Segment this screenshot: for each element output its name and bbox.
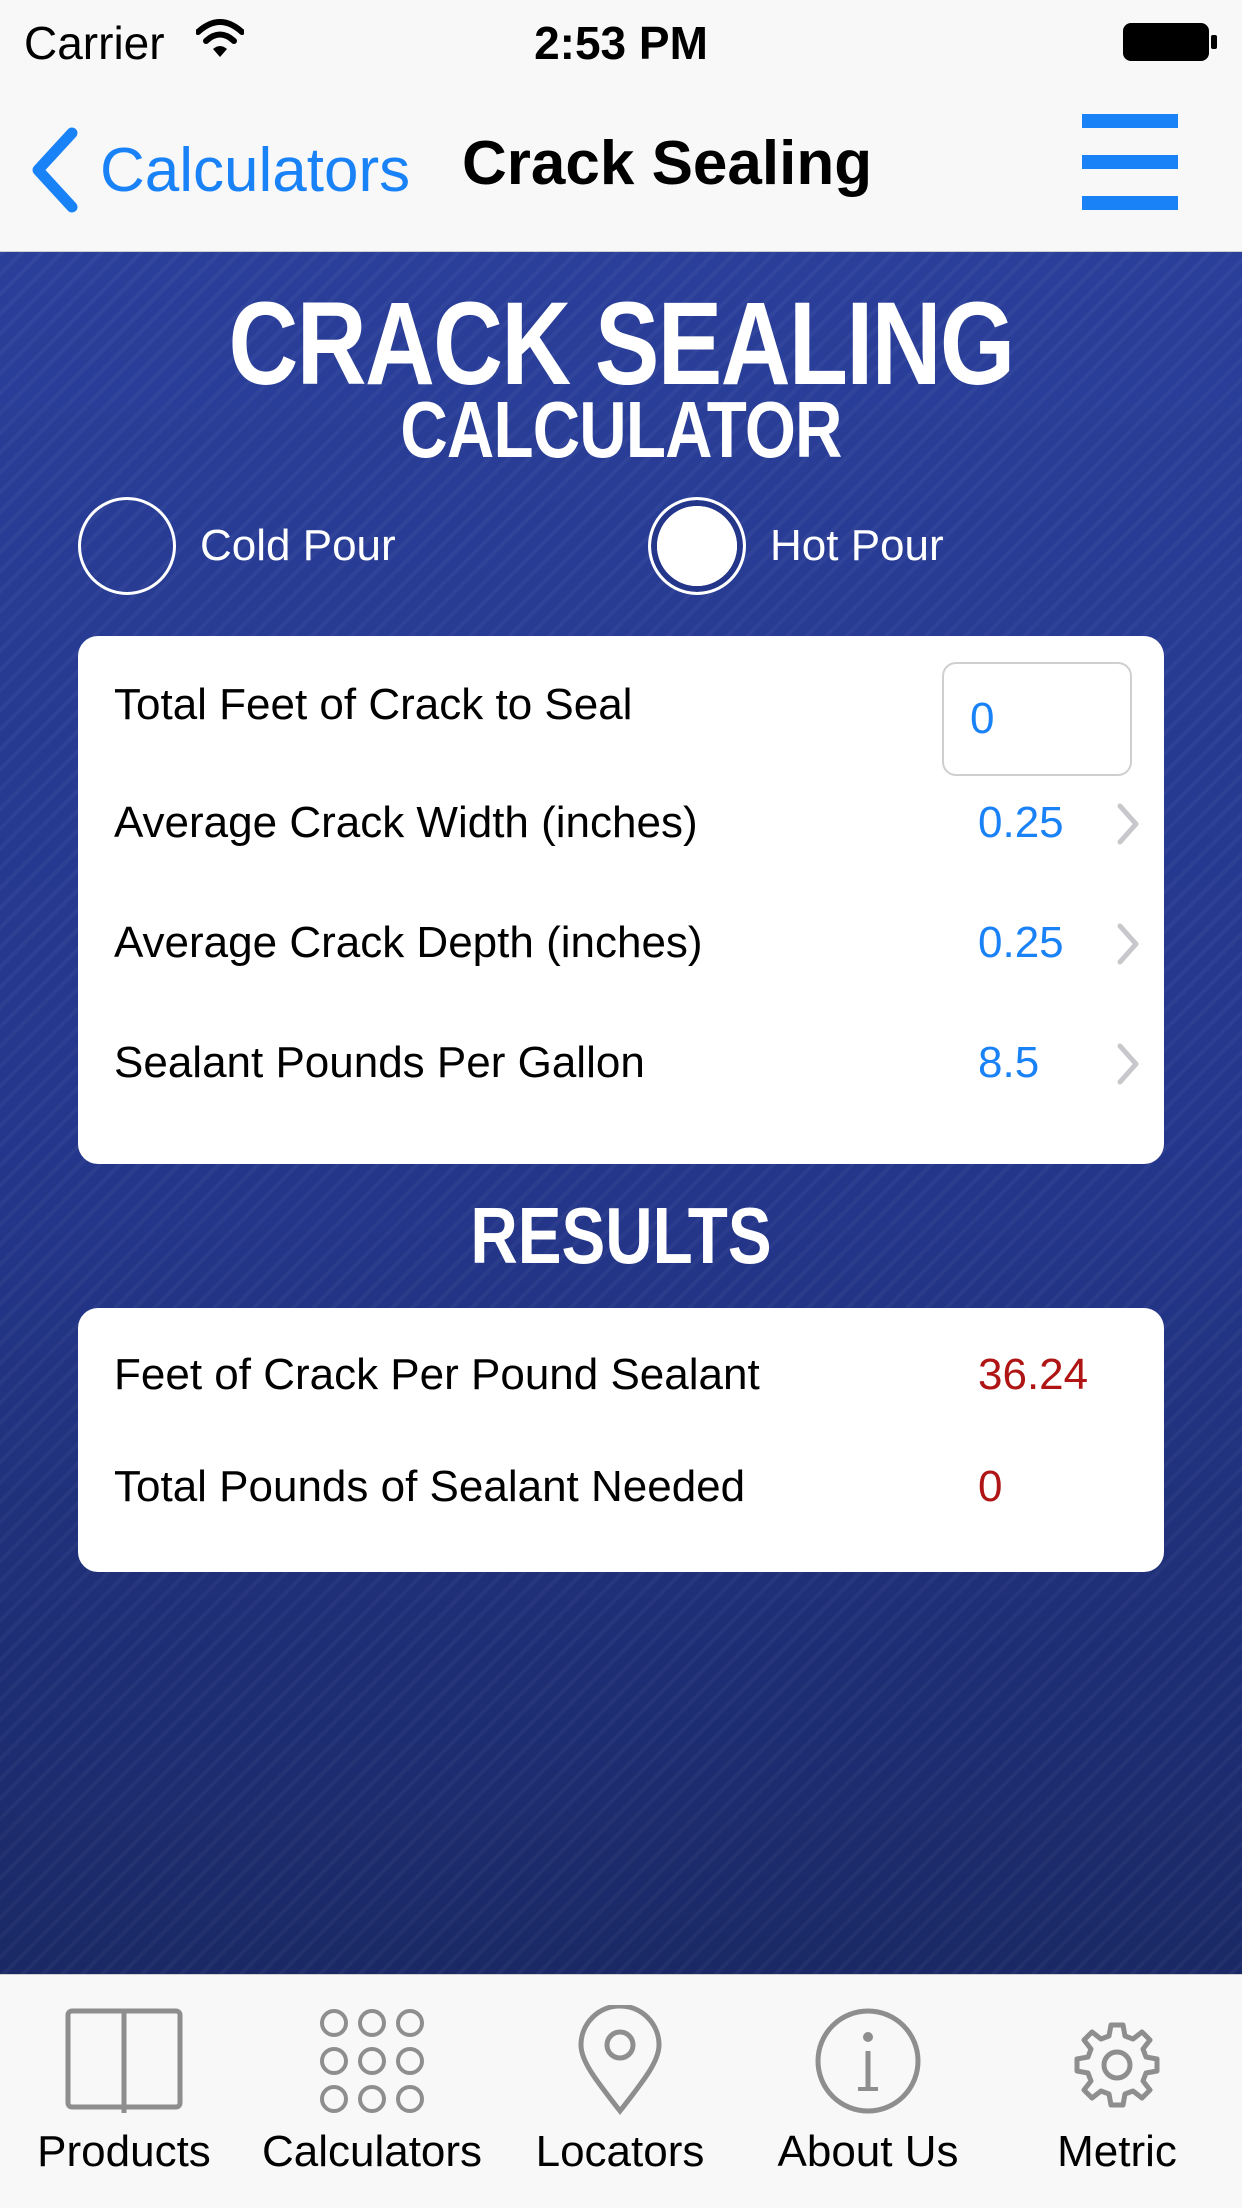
sealant-pounds-value: 8.5 xyxy=(978,1038,1040,1087)
book-icon xyxy=(65,2008,183,2113)
total-feet-label: Total Feet of Crack to Seal xyxy=(114,680,633,729)
map-pin-icon xyxy=(578,2005,662,2116)
results-heading: RESULTS xyxy=(470,1191,772,1280)
status-time: 2:53 PM xyxy=(534,17,708,69)
page-title: Crack Sealing xyxy=(462,129,873,198)
back-chevron-icon xyxy=(32,127,78,213)
hot-pour-radio[interactable]: Hot Pour xyxy=(648,496,944,596)
calculator-subtitle: CALCULATOR xyxy=(400,385,842,474)
tab-products[interactable]: Products xyxy=(0,1975,248,2208)
crack-depth-row[interactable]: Average Crack Depth (inches) 0.25 xyxy=(114,900,1139,990)
calculator-panel: CRACK SEALING CALCULATOR Cold Pour Hot P… xyxy=(0,252,1242,1974)
feet-per-pound-label: Feet of Crack Per Pound Sealant xyxy=(114,1350,760,1399)
back-button[interactable]: Calculators xyxy=(28,124,410,216)
tab-calculators[interactable]: Calculators xyxy=(248,1975,496,2208)
feet-per-pound-value: 36.24 xyxy=(978,1350,1089,1399)
crack-width-value: 0.25 xyxy=(978,798,1064,847)
chevron-right-icon xyxy=(1117,923,1139,965)
tab-metric[interactable]: Metric xyxy=(992,1975,1242,2208)
tab-about-us[interactable]: About Us xyxy=(744,1975,992,2208)
menu-bar-line xyxy=(1082,196,1178,210)
crack-depth-value: 0.25 xyxy=(978,918,1064,967)
crack-width-row[interactable]: Average Crack Width (inches) 0.25 xyxy=(114,780,1139,870)
grid-dots-icon xyxy=(320,2009,424,2113)
chevron-right-icon xyxy=(1117,803,1139,845)
tab-bar: Products Calculators Locators About Us M… xyxy=(0,1974,1242,2208)
tab-label: Calculators xyxy=(261,2127,483,2176)
crack-width-label: Average Crack Width (inches) xyxy=(114,798,698,847)
result-row: Feet of Crack Per Pound Sealant 36.24 xyxy=(114,1332,1134,1422)
crack-depth-label: Average Crack Depth (inches) xyxy=(114,918,703,967)
tab-label: Products xyxy=(37,2127,211,2176)
menu-bar-line xyxy=(1082,114,1178,128)
sealant-pounds-label: Sealant Pounds Per Gallon xyxy=(114,1038,645,1087)
gear-icon xyxy=(1074,2022,1160,2108)
inputs-card: Total Feet of Crack to Seal Average Crac… xyxy=(78,636,1164,1164)
status-bar: Carrier 2:53 PM xyxy=(0,0,1242,84)
hot-pour-label: Hot Pour xyxy=(770,521,944,570)
menu-bar-line xyxy=(1082,155,1178,169)
results-card: Feet of Crack Per Pound Sealant 36.24 To… xyxy=(78,1308,1164,1572)
tab-label: Locators xyxy=(535,2127,705,2176)
cold-pour-label: Cold Pour xyxy=(200,521,396,570)
total-pounds-value: 0 xyxy=(978,1462,1003,1511)
total-pounds-label: Total Pounds of Sealant Needed xyxy=(114,1462,746,1511)
tab-locators[interactable]: Locators xyxy=(496,1975,744,2208)
back-label: Calculators xyxy=(100,135,411,205)
tab-label: About Us xyxy=(777,2127,959,2176)
chevron-right-icon xyxy=(1117,1043,1139,1085)
radio-unselected-icon xyxy=(78,497,176,595)
info-icon xyxy=(815,2008,921,2114)
result-row: Total Pounds of Sealant Needed 0 xyxy=(114,1444,1134,1534)
sealant-pounds-row[interactable]: Sealant Pounds Per Gallon 8.5 xyxy=(114,1020,1139,1110)
cold-pour-radio[interactable]: Cold Pour xyxy=(78,496,396,596)
radio-selected-icon xyxy=(648,497,746,595)
total-feet-input[interactable] xyxy=(942,662,1132,776)
hamburger-menu-icon[interactable] xyxy=(1082,114,1178,210)
navigation-bar: Calculators Crack Sealing xyxy=(0,84,1242,252)
tab-label: Metric xyxy=(1057,2127,1177,2176)
battery-icon xyxy=(1123,23,1217,61)
